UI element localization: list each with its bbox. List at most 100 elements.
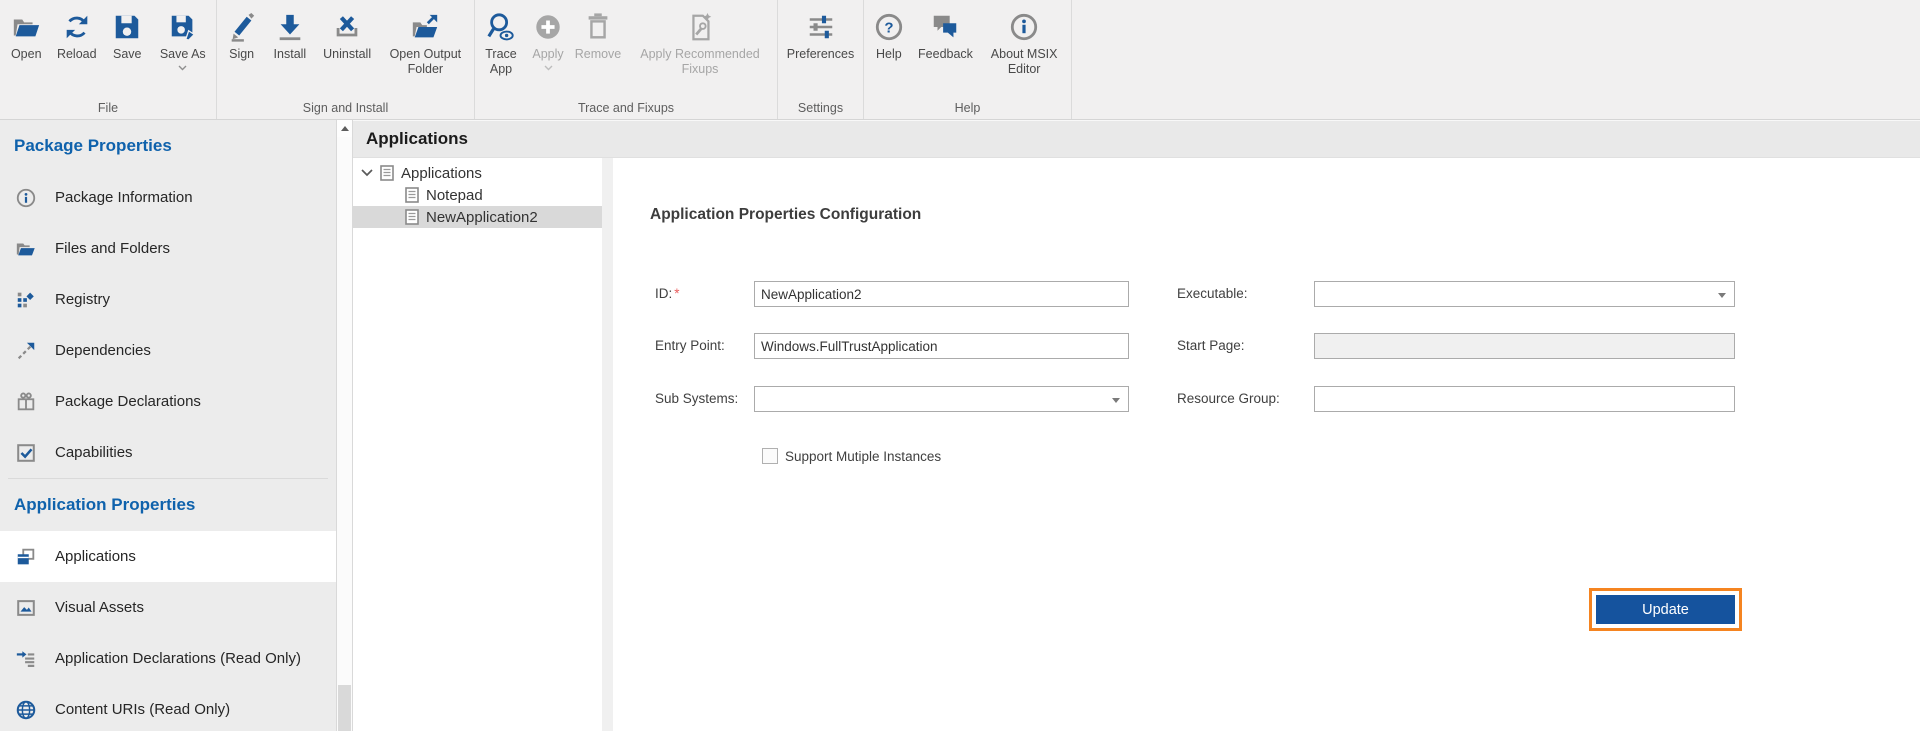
sidebar-item-label: Visual Assets — [55, 599, 144, 616]
help-button[interactable]: ? Help — [869, 7, 909, 62]
apply-recommended-fixups-icon — [685, 7, 715, 47]
tree-node-applications[interactable]: Applications — [353, 162, 602, 184]
sign-button[interactable]: Sign — [220, 7, 264, 62]
open-output-folder-icon — [410, 7, 440, 47]
tree-node-newapplication2[interactable]: NewApplication2 — [353, 206, 602, 228]
chevron-down-icon — [1112, 398, 1120, 403]
entry-point-input[interactable] — [754, 333, 1129, 359]
trace-app-button[interactable]: Trace App — [477, 7, 525, 77]
preferences-button[interactable]: Preferences — [781, 7, 861, 62]
button-label: About MSIX Editor — [984, 47, 1064, 77]
button-label: Help — [876, 47, 902, 62]
feedback-button[interactable]: Feedback — [914, 7, 976, 62]
tree-node-notepad[interactable]: Notepad — [353, 184, 602, 206]
package-information-icon — [14, 186, 38, 210]
save-as-button[interactable]: Save As — [153, 7, 213, 71]
sidebar-item-files-and-folders[interactable]: Files and Folders — [0, 223, 336, 274]
sidebar-scrollbar[interactable] — [336, 120, 353, 731]
chevron-down-icon — [1718, 293, 1726, 298]
id-input[interactable] — [754, 281, 1129, 307]
applications-icon — [14, 545, 38, 569]
ribbon-group-label: Trace and Fixups — [475, 101, 777, 115]
id-label: ID:* — [655, 281, 680, 307]
sidebar-item-label: Package Declarations — [55, 393, 201, 410]
document-icon — [380, 165, 394, 181]
sidebar-item-dependencies[interactable]: Dependencies — [0, 325, 336, 376]
button-label: Save As — [160, 47, 206, 62]
main-panel-title-bar: Applications — [353, 120, 1920, 158]
support-multiple-instances-checkbox[interactable] — [762, 448, 778, 464]
sidebar-item-label: Registry — [55, 291, 110, 308]
support-multiple-instances-row: Support Mutiple Instances — [762, 448, 941, 464]
sidebar-item-content-uris[interactable]: Content URIs (Read Only) — [0, 684, 336, 731]
chevron-down-icon[interactable] — [361, 169, 373, 177]
chevron-down-icon — [178, 64, 187, 71]
form-heading: Application Properties Configuration — [650, 206, 921, 224]
uninstall-icon — [332, 7, 362, 47]
tree-node-label: NewApplication2 — [426, 209, 538, 226]
apply-button[interactable]: Apply — [525, 7, 571, 71]
scrollbar-thumb[interactable] — [338, 685, 351, 731]
svg-text:?: ? — [884, 20, 893, 37]
chevron-down-icon — [544, 64, 553, 71]
apply-plus-icon — [533, 7, 563, 47]
executable-combobox[interactable] — [1314, 281, 1735, 307]
sidebar-item-visual-assets[interactable]: Visual Assets — [0, 582, 336, 633]
tree-node-label: Applications — [401, 165, 482, 182]
trace-app-icon — [486, 7, 516, 47]
button-label: Reload — [57, 47, 97, 62]
uninstall-button[interactable]: Uninstall — [316, 7, 378, 62]
ribbon-group-settings: Preferences Settings — [777, 0, 863, 119]
open-button[interactable]: Open — [3, 7, 49, 62]
button-label: Apply Recommended Fixups — [626, 47, 774, 77]
save-button[interactable]: Save — [104, 7, 150, 62]
package-declarations-icon — [14, 390, 38, 414]
required-asterisk: * — [674, 286, 679, 301]
button-label: Preferences — [787, 47, 854, 62]
ribbon-group-label: Sign and Install — [217, 101, 474, 115]
sidebar-item-label: Application Declarations (Read Only) — [55, 650, 301, 667]
about-msix-editor-button[interactable]: About MSIX Editor — [982, 7, 1066, 77]
remove-button[interactable]: Remove — [571, 7, 625, 62]
application-declarations-icon — [14, 647, 38, 671]
sidebar-item-application-declarations[interactable]: Application Declarations (Read Only) — [0, 633, 336, 684]
sidebar-item-capabilities[interactable]: Capabilities — [0, 427, 336, 478]
preferences-sliders-icon — [806, 7, 836, 47]
sidebar-navigation: Package Properties Package Information F… — [0, 120, 336, 731]
reload-button[interactable]: Reload — [52, 7, 102, 62]
update-button-highlight: Update — [1589, 588, 1742, 631]
install-icon — [275, 7, 305, 47]
start-page-label: Start Page: — [1177, 333, 1245, 359]
msix-editor-window: Open Reload Save — [0, 0, 1920, 731]
sub-systems-combobox[interactable] — [754, 386, 1129, 412]
install-button[interactable]: Install — [265, 7, 315, 62]
apply-recommended-fixups-button[interactable]: Apply Recommended Fixups — [625, 7, 775, 77]
dependencies-icon — [14, 339, 38, 363]
ribbon-group-label: Settings — [778, 101, 863, 115]
sidebar-item-label: Files and Folders — [55, 240, 170, 257]
start-page-input — [1314, 333, 1735, 359]
pane-splitter[interactable] — [602, 158, 613, 731]
sidebar-heading-package-properties: Package Properties — [0, 120, 336, 172]
ribbon-group-sign-and-install: Sign Install Uninstall — [216, 0, 474, 119]
sidebar-item-package-declarations[interactable]: Package Declarations — [0, 376, 336, 427]
support-multiple-instances-label: Support Mutiple Instances — [785, 449, 941, 464]
document-icon — [405, 209, 419, 225]
resource-group-label: Resource Group: — [1177, 386, 1280, 412]
save-as-icon — [168, 7, 198, 47]
scrollbar-up-arrow[interactable] — [337, 120, 352, 137]
content-uris-globe-icon — [14, 698, 38, 722]
open-output-folder-button[interactable]: Open Output Folder — [379, 7, 471, 77]
capabilities-checkbox-icon — [14, 441, 38, 465]
sidebar-item-label: Content URIs (Read Only) — [55, 701, 230, 718]
sidebar-item-registry[interactable]: Registry — [0, 274, 336, 325]
update-button[interactable]: Update — [1596, 595, 1735, 624]
button-label: Sign — [229, 47, 254, 62]
resource-group-input[interactable] — [1314, 386, 1735, 412]
sidebar-item-package-information[interactable]: Package Information — [0, 172, 336, 223]
application-properties-form: Application Properties Configuration ID:… — [613, 158, 1920, 731]
button-label: Feedback — [918, 47, 973, 62]
files-and-folders-icon — [14, 237, 38, 261]
ribbon-group-trace-and-fixups: Trace App Apply Remove — [474, 0, 777, 119]
sidebar-item-applications[interactable]: Applications — [0, 531, 336, 582]
